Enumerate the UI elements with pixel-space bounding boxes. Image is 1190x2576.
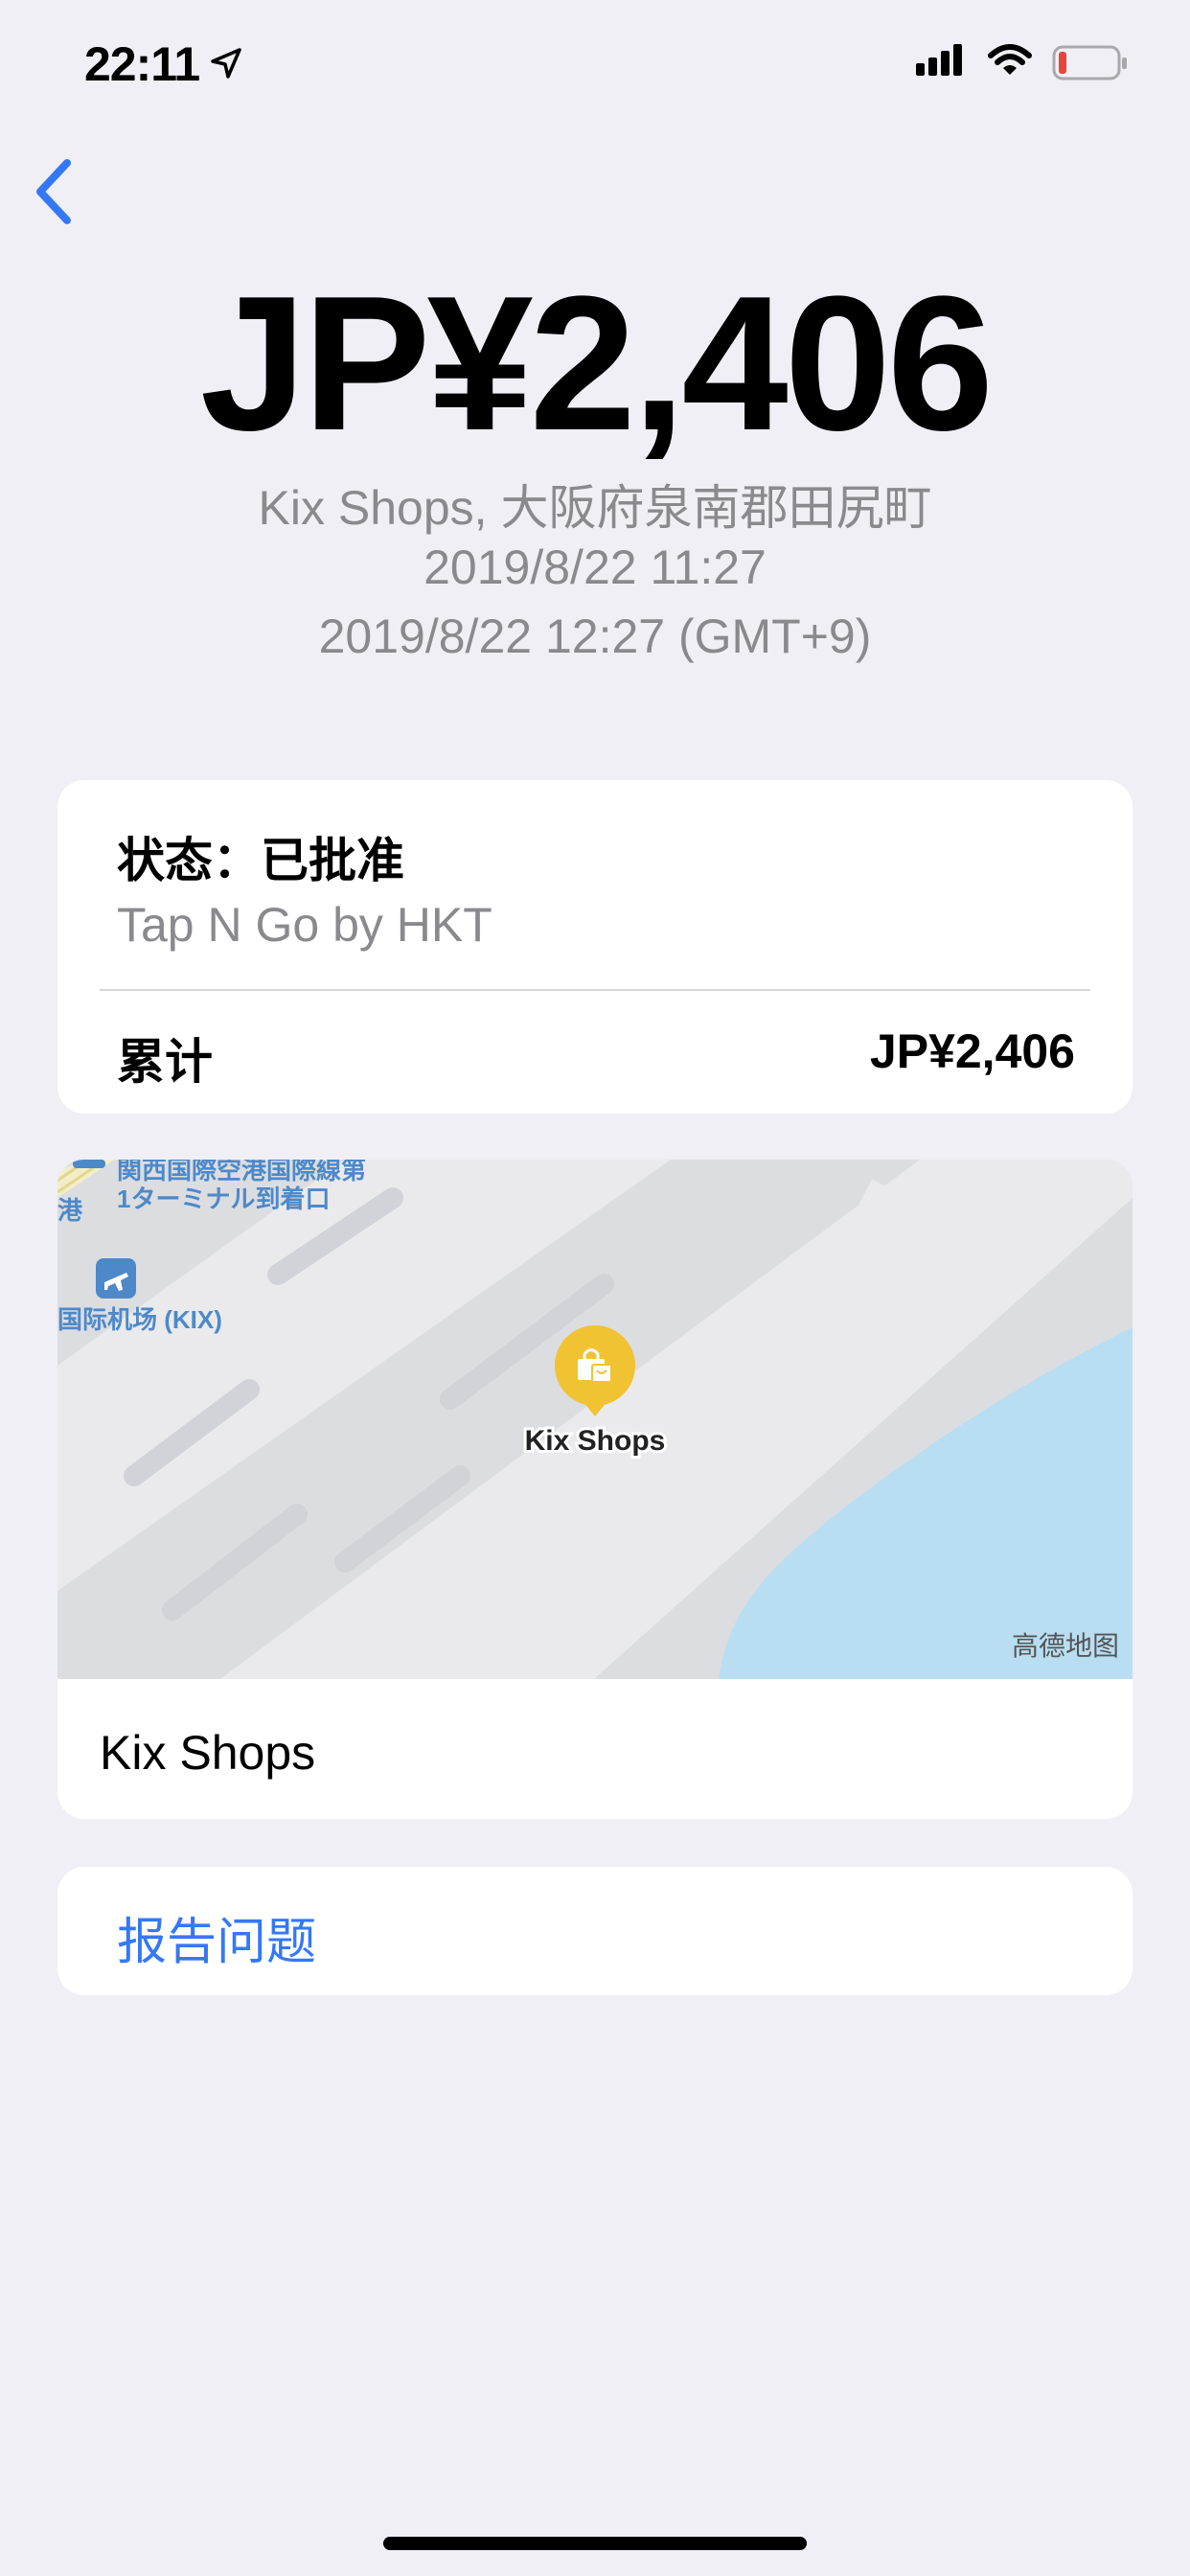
airport-icon [96,1258,136,1299]
report-issue-card[interactable]: 报告问题 [57,1867,1133,1995]
divider [100,989,1090,991]
status-label: 状态：已批准 [117,834,404,887]
cellular-signal-icon [916,44,962,76]
status-card: 状态：已批准 Tap N Go by HKT 累计 JP¥2,406 [57,780,1133,1114]
transaction-datetime-merchant: 2019/8/22 12:27 (GMT+9) [318,610,872,663]
total-label: 累计 [117,1035,213,1089]
total-value: JP¥2,406 [869,1024,1075,1078]
card-issuer: Tap N Go by HKT [117,898,492,952]
map-card[interactable]: 関西国際空港国際線第 1ターミナル到着口 港 国际机场 (KIX) Kix Sh… [57,1160,1133,1819]
transaction-amount: JP¥2,406 [199,257,994,471]
home-indicator[interactable] [383,2537,807,2550]
location-arrow-icon [211,48,241,79]
map-attribution: 高德地图 [1012,1631,1119,1661]
back-chevron-icon[interactable] [29,153,86,230]
map-label-airport: 国际机场 (KIX) [57,1305,222,1334]
battery-low-icon [1052,45,1127,80]
map-label-terminal-2: 1ターミナル到着口 [117,1184,330,1213]
map-pin-label: Kix Shops [525,1425,666,1457]
map-label-port: 港 [57,1196,83,1225]
merchant-location: Kix Shops, 大阪府泉南郡田尻町 [258,481,932,535]
map-label-terminal-1: 関西国際空港国際線第 [117,1160,366,1184]
status-time: 22:11 [84,37,200,91]
merchant-map[interactable]: 関西国際空港国際線第 1ターミナル到着口 港 国际机场 (KIX) Kix Sh… [57,1160,1133,1679]
transaction-datetime-local: 2019/8/22 11:27 [423,540,767,594]
map-merchant-name: Kix Shops [100,1726,316,1780]
report-issue-button[interactable]: 报告问题 [117,1901,316,1973]
status-bar: 22:11 [0,0,1190,125]
wifi-icon [988,44,1032,75]
